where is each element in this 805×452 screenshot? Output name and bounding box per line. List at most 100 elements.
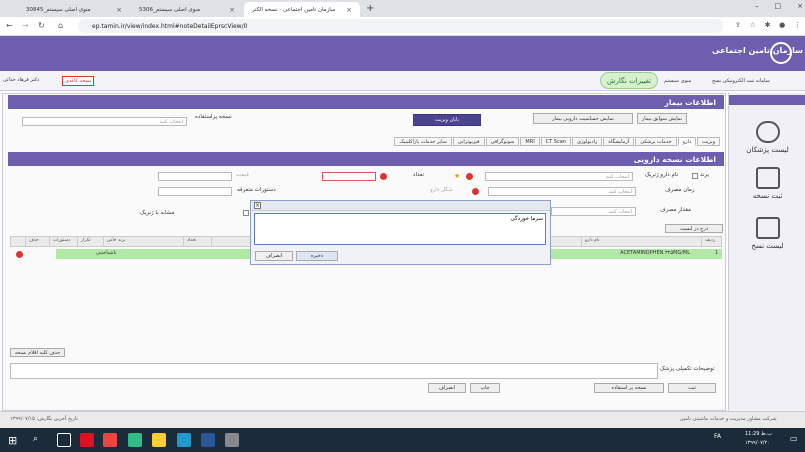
close-icon[interactable]: ×: [346, 6, 352, 14]
back-icon[interactable]: ←: [6, 21, 13, 30]
note-textarea[interactable]: سرما خوردگی: [254, 213, 546, 245]
chrome-icon[interactable]: [128, 433, 142, 447]
recurring-placeholder: انتخاب کنید: [159, 118, 183, 125]
recurring-label: نسخه پراستفاده: [195, 114, 232, 120]
clock-date[interactable]: ۱۳۹۹/۰۷/۲۰: [745, 440, 770, 446]
app-icon[interactable]: [103, 433, 117, 447]
new-tab-icon[interactable]: +: [366, 3, 374, 14]
status-bar: تاریخ آخرین نگارش: ۱۳۹۹/۰۷/۱۵ شرکت مشاور…: [0, 411, 805, 428]
forward-icon[interactable]: →: [22, 21, 29, 30]
brand-checkbox[interactable]: [692, 173, 698, 179]
similar-generic-checkbox[interactable]: [243, 210, 249, 216]
tab-medical[interactable]: خدمات پزشکی: [635, 137, 677, 146]
note-modal: × سرما خوردگی انصراف ذخیره: [250, 200, 551, 265]
time-select[interactable]: انتخاب کنید: [488, 187, 636, 196]
sidebar-item-register[interactable]: ثبت نسخه: [729, 167, 805, 200]
generic-select[interactable]: انتخاب کنید: [485, 172, 633, 181]
similar-generic-label: مشابه با ژنریک: [140, 210, 175, 216]
notifications-icon[interactable]: ▭: [790, 434, 798, 443]
end-visit-button[interactable]: پایان ویزیت: [413, 114, 481, 126]
reload-icon[interactable]: ↻: [38, 21, 45, 30]
extensions-icon[interactable]: ✱: [765, 21, 771, 29]
tab-sonography[interactable]: سونوگرافی: [485, 137, 520, 146]
tab-title: منوی اصلی سیستم_30845: [26, 6, 91, 13]
close-icon[interactable]: ×: [229, 6, 235, 14]
browser-tab[interactable]: منوی اصلی سیستم_30845 ×: [18, 2, 130, 17]
opera-icon[interactable]: [80, 433, 94, 447]
maximize-icon[interactable]: □: [775, 2, 782, 10]
tab-lab[interactable]: آزمایشگاه: [603, 137, 635, 146]
tab-mri[interactable]: MRI: [520, 137, 540, 146]
col-brand: برند خاص: [103, 237, 183, 246]
main-menu-link[interactable]: منوی سیستم: [664, 78, 691, 84]
tab-radiology[interactable]: رادیولوژی: [571, 137, 603, 146]
sidebar-item-list[interactable]: لیست نسخ: [729, 217, 805, 250]
count-input[interactable]: [322, 172, 376, 181]
instructions-input[interactable]: [158, 187, 232, 196]
start-icon[interactable]: ⊞: [8, 434, 17, 447]
allergy-button[interactable]: نمایش حساسیت دارویی بیمار: [533, 113, 633, 124]
sidebar-item-label: لیست نسخ: [751, 242, 784, 250]
notes-input[interactable]: [10, 363, 658, 379]
page-title-badge[interactable]: تغییرات نگارش: [600, 72, 658, 89]
row-code: ناشناختنی: [96, 250, 117, 256]
delete-all-button[interactable]: حذف کلیه اقلام نسخه: [10, 348, 65, 357]
url-field[interactable]: ep.tamin.ir/view/index.html#noteDetailEp…: [78, 19, 723, 33]
patient-info-header: اطلاعات بیمار: [8, 95, 724, 109]
browser-tab[interactable]: منوی اصلی سیستم_5306 ×: [131, 2, 243, 17]
show-input[interactable]: [158, 172, 232, 181]
dose-select[interactable]: انتخاب کنید: [551, 207, 636, 216]
explorer-icon[interactable]: [152, 433, 166, 447]
send-button[interactable]: ثبت: [668, 383, 716, 393]
profile-icon[interactable]: ●: [779, 21, 785, 29]
service-tabs: ویزیت دارو خدمات پزشکی آزمایشگاه رادیولو…: [385, 137, 720, 146]
print-button[interactable]: چاپ: [470, 383, 500, 393]
sidebar: لیست پزشکان ثبت نسخه لیست نسخ: [728, 93, 805, 411]
tab-drug[interactable]: دارو: [677, 137, 697, 146]
modal-save-button[interactable]: ذخیره: [296, 251, 338, 261]
close-icon[interactable]: ×: [254, 202, 261, 209]
language-indicator[interactable]: FA: [714, 433, 721, 440]
tab-ctscan[interactable]: CT Scan: [540, 137, 571, 146]
close-icon[interactable]: ×: [116, 6, 122, 14]
dose-label: مقدار مصرف: [660, 207, 691, 213]
instructions-label: دستورات متفرقه: [237, 187, 276, 193]
minimize-icon[interactable]: –: [755, 2, 759, 10]
star-icon[interactable]: ☆: [750, 21, 756, 29]
notes-label: توضیحات تکمیلی پزشک: [660, 366, 715, 372]
row-drug-name: ACETAMINOPHEN ۳۲۵MG/ML: [620, 250, 690, 256]
paper-rx-button[interactable]: نسخه کاغذی: [62, 76, 95, 86]
taskview-icon[interactable]: [57, 433, 71, 447]
cancel-button[interactable]: انصراف: [428, 383, 466, 393]
tab-visit[interactable]: ویزیت: [697, 137, 720, 146]
tab-title: سازمان تامین اجتماعی - نسخه الکتر: [252, 6, 336, 13]
edge-icon[interactable]: [177, 433, 191, 447]
tab-paraclinic[interactable]: سایر خدمات پاراکلینیک: [394, 137, 452, 146]
tab-physio[interactable]: فیزیوتراپی: [452, 137, 485, 146]
share-icon[interactable]: ⇪: [735, 21, 741, 29]
menu-icon[interactable]: ⋮: [794, 21, 801, 29]
delete-row-icon[interactable]: [16, 251, 23, 258]
home-icon[interactable]: ⌂: [58, 21, 63, 30]
clock-time[interactable]: 11:29 ب.ظ: [745, 431, 772, 437]
breadcrumb: سامانه ثبت الکترونیکی نسخ: [712, 78, 770, 84]
non-insured-checkbox-row[interactable]: مشابه با ژنریک: [140, 210, 174, 216]
star-icon[interactable]: ★: [454, 172, 460, 180]
sidebar-item-doctors[interactable]: لیست پزشکان: [729, 121, 805, 154]
word-icon[interactable]: [201, 433, 215, 447]
app2-icon[interactable]: [225, 433, 239, 447]
add-to-list-button[interactable]: درج در لیست: [665, 224, 723, 233]
price-label: قیمت: [236, 172, 249, 178]
address-bar-row: ← → ↻ ⌂ ep.tamin.ir/view/index.html#note…: [0, 17, 805, 36]
close-window-icon[interactable]: ×: [797, 2, 803, 10]
browser-tab-active[interactable]: سازمان تامین اجتماعی - نسخه الکتر ×: [244, 2, 360, 17]
modal-cancel-button[interactable]: انصراف: [255, 251, 293, 261]
dose-placeholder: انتخاب کنید: [608, 208, 632, 215]
col-row: ردیف: [701, 237, 721, 246]
recurring-rx-button[interactable]: نسخه پر استفاده: [594, 383, 664, 393]
time-label: زمان مصرف: [665, 187, 695, 193]
history-button[interactable]: نمایش سوابق بیمار: [637, 113, 687, 124]
doctor-name: دکتر فرهاد خدائی: [3, 77, 40, 83]
recurring-select[interactable]: انتخاب کنید: [22, 117, 187, 126]
search-icon[interactable]: ⌕: [33, 434, 38, 444]
